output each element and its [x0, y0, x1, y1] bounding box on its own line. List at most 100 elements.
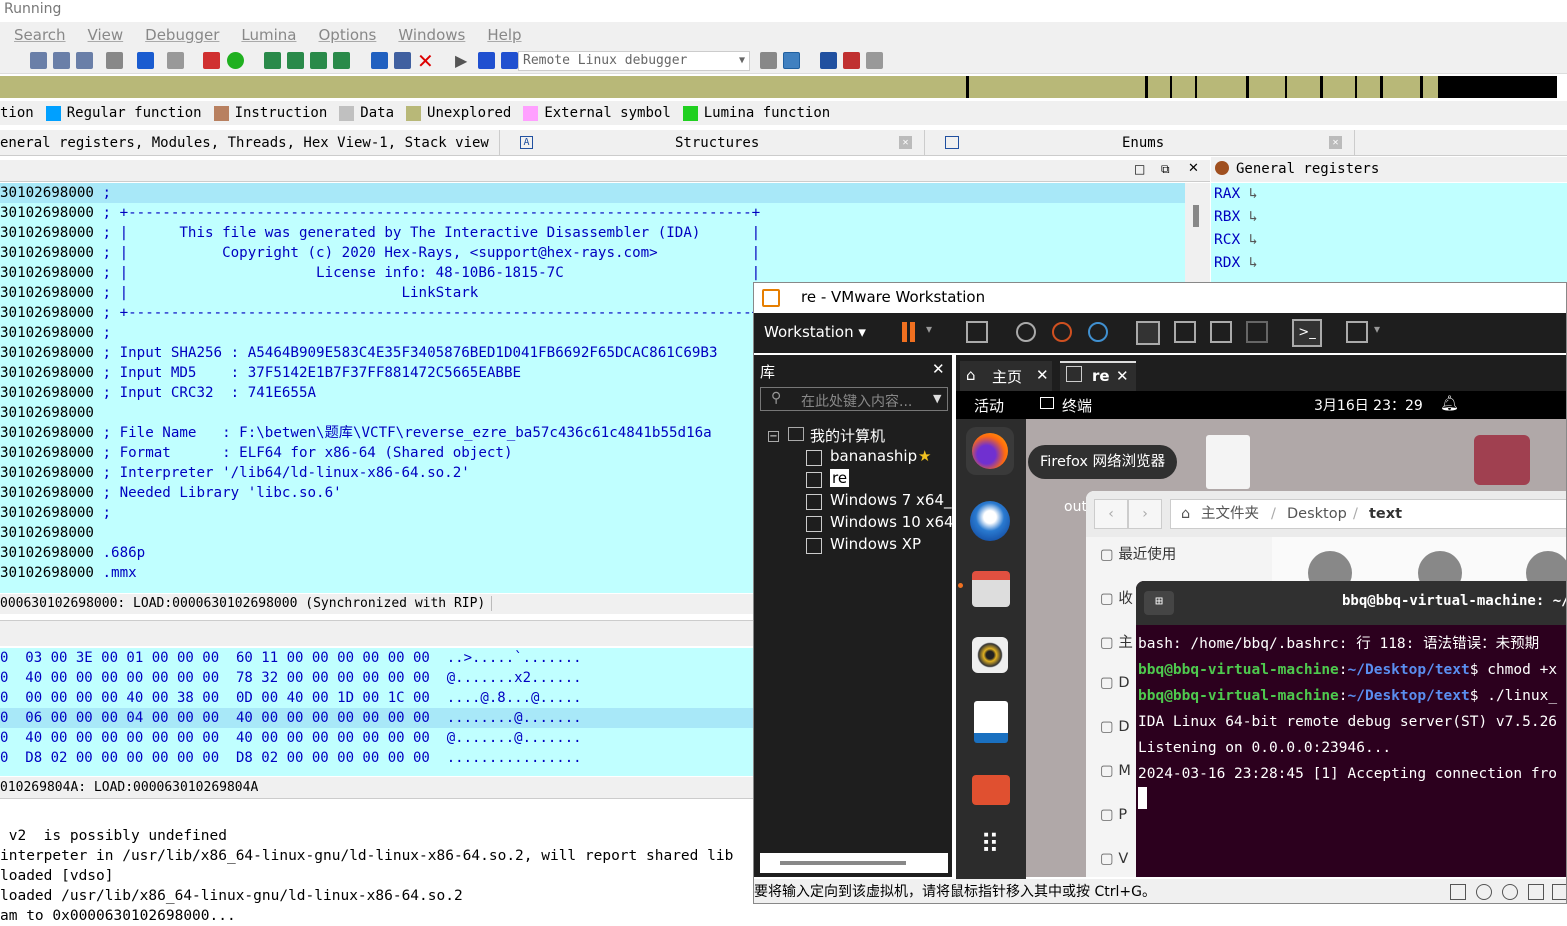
vm-item[interactable]: Windows 7 x64_ — [806, 491, 956, 513]
vm-item[interactable]: Windows XP — [806, 535, 956, 557]
close-icon[interactable]: ✕ — [1036, 366, 1049, 384]
print-icon[interactable] — [106, 52, 123, 69]
menu-debugger[interactable]: Debugger — [131, 26, 227, 44]
vm-area[interactable]: ⌂ 主页 ✕ re ✕ 活动 终端 3月16日 23：29 🔔︎ ⠿ Firef… — [956, 355, 1566, 903]
navigation-band[interactable] — [0, 76, 1557, 98]
register-row[interactable]: RAX ↳ — [1211, 183, 1567, 206]
library-scrollbar[interactable] — [760, 853, 948, 873]
breakpoint2-icon[interactable] — [843, 52, 860, 69]
close-icon[interactable]: ✕ — [417, 49, 434, 73]
graph2-icon[interactable] — [287, 52, 304, 69]
green-dot-icon[interactable] — [227, 52, 244, 69]
sidebar-item[interactable]: ▢ 最近使用 — [1100, 543, 1176, 564]
close-icon[interactable]: ✕ — [1188, 161, 1199, 176]
path-bar[interactable]: ⌂ 主文件夹 / Desktop / text — [1170, 499, 1566, 529]
tree-root[interactable]: 我的计算机 — [810, 425, 885, 446]
collapse-icon[interactable]: − — [768, 431, 779, 442]
hex-line[interactable]: 0 40 00 00 00 00 00 00 00 78 32 00 00 00… — [0, 668, 760, 688]
menu-help[interactable]: Help — [473, 26, 529, 44]
fullscreen-icon[interactable] — [1210, 321, 1232, 343]
add-icon[interactable] — [333, 52, 350, 69]
menu-search[interactable]: Search — [0, 26, 74, 44]
send-keys-icon[interactable] — [966, 321, 988, 343]
software-icon[interactable] — [966, 765, 1014, 813]
vm-item[interactable]: Windows 10 x64 — [806, 513, 956, 535]
close-icon[interactable]: ✕ — [932, 360, 945, 378]
console-icon[interactable]: >_ — [1292, 319, 1322, 347]
graph-icon[interactable] — [264, 52, 281, 69]
jump-icon[interactable]: ↳ — [1240, 186, 1258, 202]
thunderbird-icon[interactable] — [966, 497, 1014, 545]
hex-view[interactable]: 0 03 00 3E 00 01 00 00 00 60 11 00 00 00… — [0, 648, 760, 776]
sidebar-item[interactable]: ▢ D — [1100, 719, 1129, 735]
close-icon[interactable]: ✕ — [1329, 136, 1342, 149]
register-row[interactable]: RDX ↳ — [1211, 252, 1567, 275]
disasm-line[interactable]: 30102698000 ; — [0, 183, 1185, 203]
scrollbar-thumb[interactable] — [1193, 205, 1199, 227]
menu-windows[interactable]: Windows — [384, 26, 473, 44]
back-button[interactable]: ‹ — [1094, 499, 1128, 529]
clock[interactable]: 3月16日 23：29 — [1314, 395, 1423, 415]
sidebar-item[interactable]: ▢ 收 — [1100, 587, 1133, 608]
search-icon[interactable] — [167, 52, 184, 69]
open-icon[interactable] — [30, 52, 47, 69]
maximize-icon[interactable]: □ — [1134, 162, 1145, 176]
star-icon[interactable]: ★ — [918, 447, 931, 465]
activities-button[interactable]: 活动 — [974, 395, 1004, 416]
workstation-menu[interactable]: Workstation ▾ — [764, 323, 866, 341]
close-icon[interactable]: ✕ — [899, 136, 912, 149]
sidebar-item[interactable]: ▢ D — [1100, 675, 1129, 691]
hex-line[interactable]: 0 D8 02 00 00 00 00 00 00 D8 02 00 00 00… — [0, 748, 760, 768]
warning-icon[interactable] — [203, 52, 220, 69]
folder-icon[interactable] — [1474, 435, 1530, 485]
sidebar-item[interactable]: ▢ V — [1100, 851, 1128, 867]
register-row[interactable]: RCX ↳ — [1211, 229, 1567, 252]
disasm-line[interactable]: 30102698000 ; | Copyright (c) 2020 Hex-R… — [0, 243, 1185, 263]
terminal-window[interactable]: ⊞ bbq@bbq-virtual-machine: ~/De bash: /h… — [1136, 581, 1566, 877]
restore-icon[interactable]: ⧉ — [1161, 162, 1170, 177]
files-icon[interactable] — [966, 565, 1014, 613]
library-toggle-icon[interactable] — [1136, 321, 1160, 345]
copy-icon[interactable] — [76, 52, 93, 69]
attach-icon[interactable] — [760, 52, 777, 69]
new-tab-icon[interactable]: ⊞ — [1144, 591, 1174, 615]
tab-main[interactable]: eneral registers, Modules, Threads, Hex … — [0, 130, 500, 177]
stop-icon[interactable] — [501, 52, 518, 69]
hex-line[interactable]: 0 06 00 00 00 04 00 00 00 40 00 00 00 00… — [0, 708, 760, 728]
forward-button[interactable]: › — [1128, 499, 1162, 529]
library-search[interactable]: ⚲ 在此处键入内容... ▼ — [760, 387, 948, 411]
snapshot-icon[interactable] — [1016, 322, 1036, 342]
revert-icon[interactable] — [1052, 322, 1072, 342]
menu-lumina[interactable]: Lumina — [227, 26, 304, 44]
snapshot-manager-icon[interactable] — [1088, 322, 1108, 342]
disasm-line[interactable]: 30102698000 ; | License info: 48-10B6-18… — [0, 263, 1185, 283]
settings-icon[interactable] — [371, 52, 388, 69]
jump-icon[interactable]: ↳ — [1240, 209, 1258, 225]
thumbnail-icon[interactable] — [1174, 321, 1196, 343]
save-icon[interactable] — [53, 52, 70, 69]
hex-line[interactable]: 0 03 00 3E 00 01 00 00 00 60 11 00 00 00… — [0, 648, 760, 668]
tab-re[interactable]: re ✕ — [1060, 361, 1136, 391]
menu-options[interactable]: Options — [304, 26, 384, 44]
tab-home[interactable]: ⌂ 主页 ✕ — [960, 361, 1052, 391]
sidebar-item[interactable]: ▢ M — [1100, 763, 1131, 779]
debugger-select[interactable]: Remote Linux debugger ▼ — [518, 51, 750, 71]
disasm-line[interactable]: 30102698000 ; | This file was generated … — [0, 223, 1185, 243]
close-icon[interactable]: ✕ — [1116, 367, 1129, 385]
tab-enums[interactable]: Enums ✕ — [930, 130, 1355, 156]
play-icon[interactable]: ▶ — [455, 51, 467, 70]
register-row[interactable]: RBX ↳ — [1211, 206, 1567, 229]
breakpoint-icon[interactable] — [820, 52, 837, 69]
disasm-line[interactable]: 30102698000 ; +-------------------------… — [0, 203, 1185, 223]
apps-grid-icon[interactable]: ⠿ — [966, 823, 1014, 871]
unity-icon[interactable] — [1246, 321, 1268, 343]
edit-icon[interactable] — [394, 52, 411, 69]
sidebar-item[interactable]: ▢ 主 — [1100, 631, 1133, 652]
stretch-icon[interactable] — [1346, 321, 1368, 343]
pause-icon[interactable] — [478, 52, 495, 69]
jump-icon[interactable]: ↳ — [1240, 232, 1258, 248]
document-icon[interactable] — [1206, 435, 1250, 489]
pause-icon[interactable] — [902, 322, 907, 342]
menu-view[interactable]: View — [74, 26, 132, 44]
tab-structures[interactable]: A Structures ✕ — [505, 130, 925, 156]
